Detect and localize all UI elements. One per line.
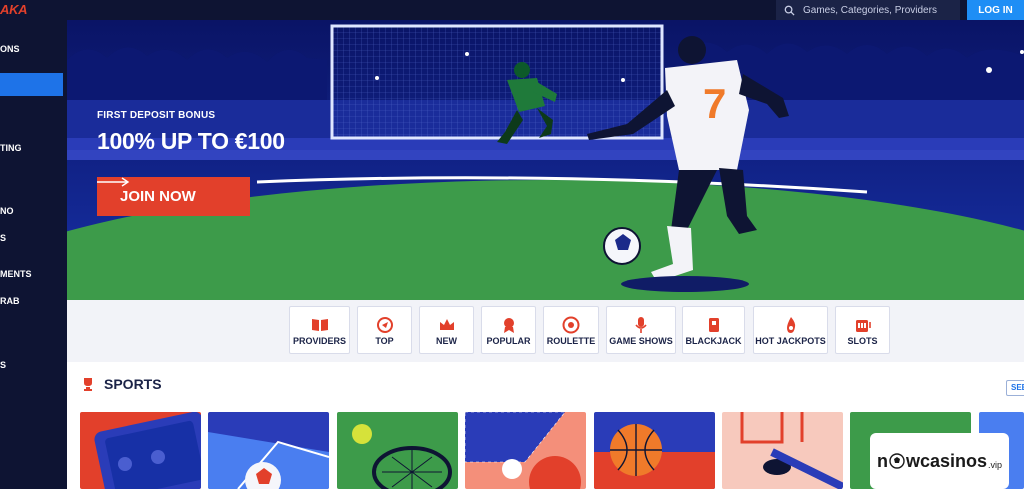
sports-title: SPORTS (104, 376, 162, 392)
category-label: SLOTS (847, 336, 878, 346)
sport-tile-tikitaka-app[interactable] (80, 412, 201, 489)
cards-icon (708, 318, 719, 332)
category-slots[interactable]: SLOTS (835, 306, 890, 354)
sport-tile-table-tennis[interactable] (465, 412, 586, 489)
sport-tile-ice-hockey[interactable] (722, 412, 843, 489)
trophy-icon (84, 378, 92, 391)
search-icon (784, 5, 795, 16)
category-providers[interactable]: PROVIDERS (289, 306, 350, 354)
tennis-illustration (352, 424, 452, 489)
sport-tile-basketball[interactable] (594, 412, 715, 489)
join-now-button[interactable]: JOIN NOW (97, 177, 250, 216)
sidebar-item-betting[interactable]: TING (0, 143, 67, 153)
phone-app-illustration (94, 412, 201, 489)
book-icon (311, 319, 328, 331)
microphone-icon (635, 317, 647, 333)
slot-machine-icon (855, 320, 871, 332)
sidebar-item-grab[interactable]: RAB (0, 296, 67, 306)
sidebar-item-other[interactable]: S (0, 360, 67, 370)
category-label: TOP (375, 336, 394, 346)
hero-illustration: 7 (67, 20, 1024, 300)
category-game-shows[interactable]: GAME SHOWS (606, 306, 676, 354)
top-bar: AKA LOG IN (0, 0, 1024, 20)
category-hot-jackpots[interactable]: HOT JACKPOTS (753, 306, 828, 354)
sidebar-item-casino[interactable]: NO (0, 206, 67, 216)
site-logo[interactable]: AKA (0, 0, 28, 20)
hero-title: 100% UP TO €100 (97, 128, 285, 154)
sidebar-item-games[interactable]: S (0, 233, 67, 243)
basketball-illustration (594, 424, 715, 489)
sport-tile-tennis[interactable] (337, 412, 458, 489)
see-all-button[interactable]: SEE (1006, 380, 1024, 396)
category-top[interactable]: TOP (357, 306, 412, 354)
popular-badge-icon (503, 318, 514, 333)
join-now-label: JOIN NOW (120, 188, 196, 205)
category-label: BLACKJACK (685, 336, 742, 346)
svg-text:7: 7 (703, 80, 726, 127)
watermark-suffix: .vip (988, 459, 1003, 470)
category-roulette[interactable]: ROULETTE (543, 306, 599, 354)
arrow-right-icon (97, 177, 130, 187)
ice-hockey-illustration (740, 412, 843, 489)
login-button[interactable]: LOG IN (967, 0, 1024, 20)
crown-icon (439, 319, 454, 330)
hero-subtitle: FIRST DEPOSIT BONUS (97, 110, 216, 121)
sidebar: ONS TING NO S MENTS RAB S (0, 20, 67, 489)
sidebar-item-promotions[interactable]: ONS (0, 44, 67, 54)
sidebar-item-tournaments[interactable]: MENTS (0, 269, 67, 279)
newcasinos-watermark: n wcasinos .vip (870, 433, 1009, 489)
category-label: PROVIDERS (292, 336, 346, 346)
sport-tile-football[interactable] (208, 412, 329, 489)
sports-heading: SPORTS (80, 376, 162, 392)
category-label: ROULETTE (546, 336, 596, 346)
hero-banner: 7 FIRST DEPOSIT BONUS 100% UP TO €100 JO… (67, 20, 1024, 300)
category-label: GAME SHOWS (609, 336, 673, 346)
category-label: POPULAR (486, 336, 531, 346)
category-bar: PROVIDERS TOP NEW POPULAR ROULETTE GAME … (67, 300, 1024, 362)
category-popular[interactable]: POPULAR (481, 306, 536, 354)
flame-icon (786, 317, 795, 333)
search-input[interactable] (803, 4, 953, 16)
category-label: HOT JACKPOTS (755, 336, 826, 346)
category-new[interactable]: NEW (419, 306, 474, 354)
search-box[interactable] (776, 0, 960, 20)
soccer-ball-icon (889, 453, 905, 469)
table-tennis-illustration (465, 412, 581, 489)
watermark-brand: wcasinos (905, 450, 988, 471)
roulette-icon (562, 316, 580, 334)
sidebar-item-active[interactable] (0, 73, 63, 96)
watermark-n: n (876, 450, 888, 471)
football-illustration (208, 432, 329, 489)
category-label: NEW (436, 336, 457, 346)
top-icon (376, 317, 393, 333)
category-blackjack[interactable]: BLACKJACK (682, 306, 745, 354)
